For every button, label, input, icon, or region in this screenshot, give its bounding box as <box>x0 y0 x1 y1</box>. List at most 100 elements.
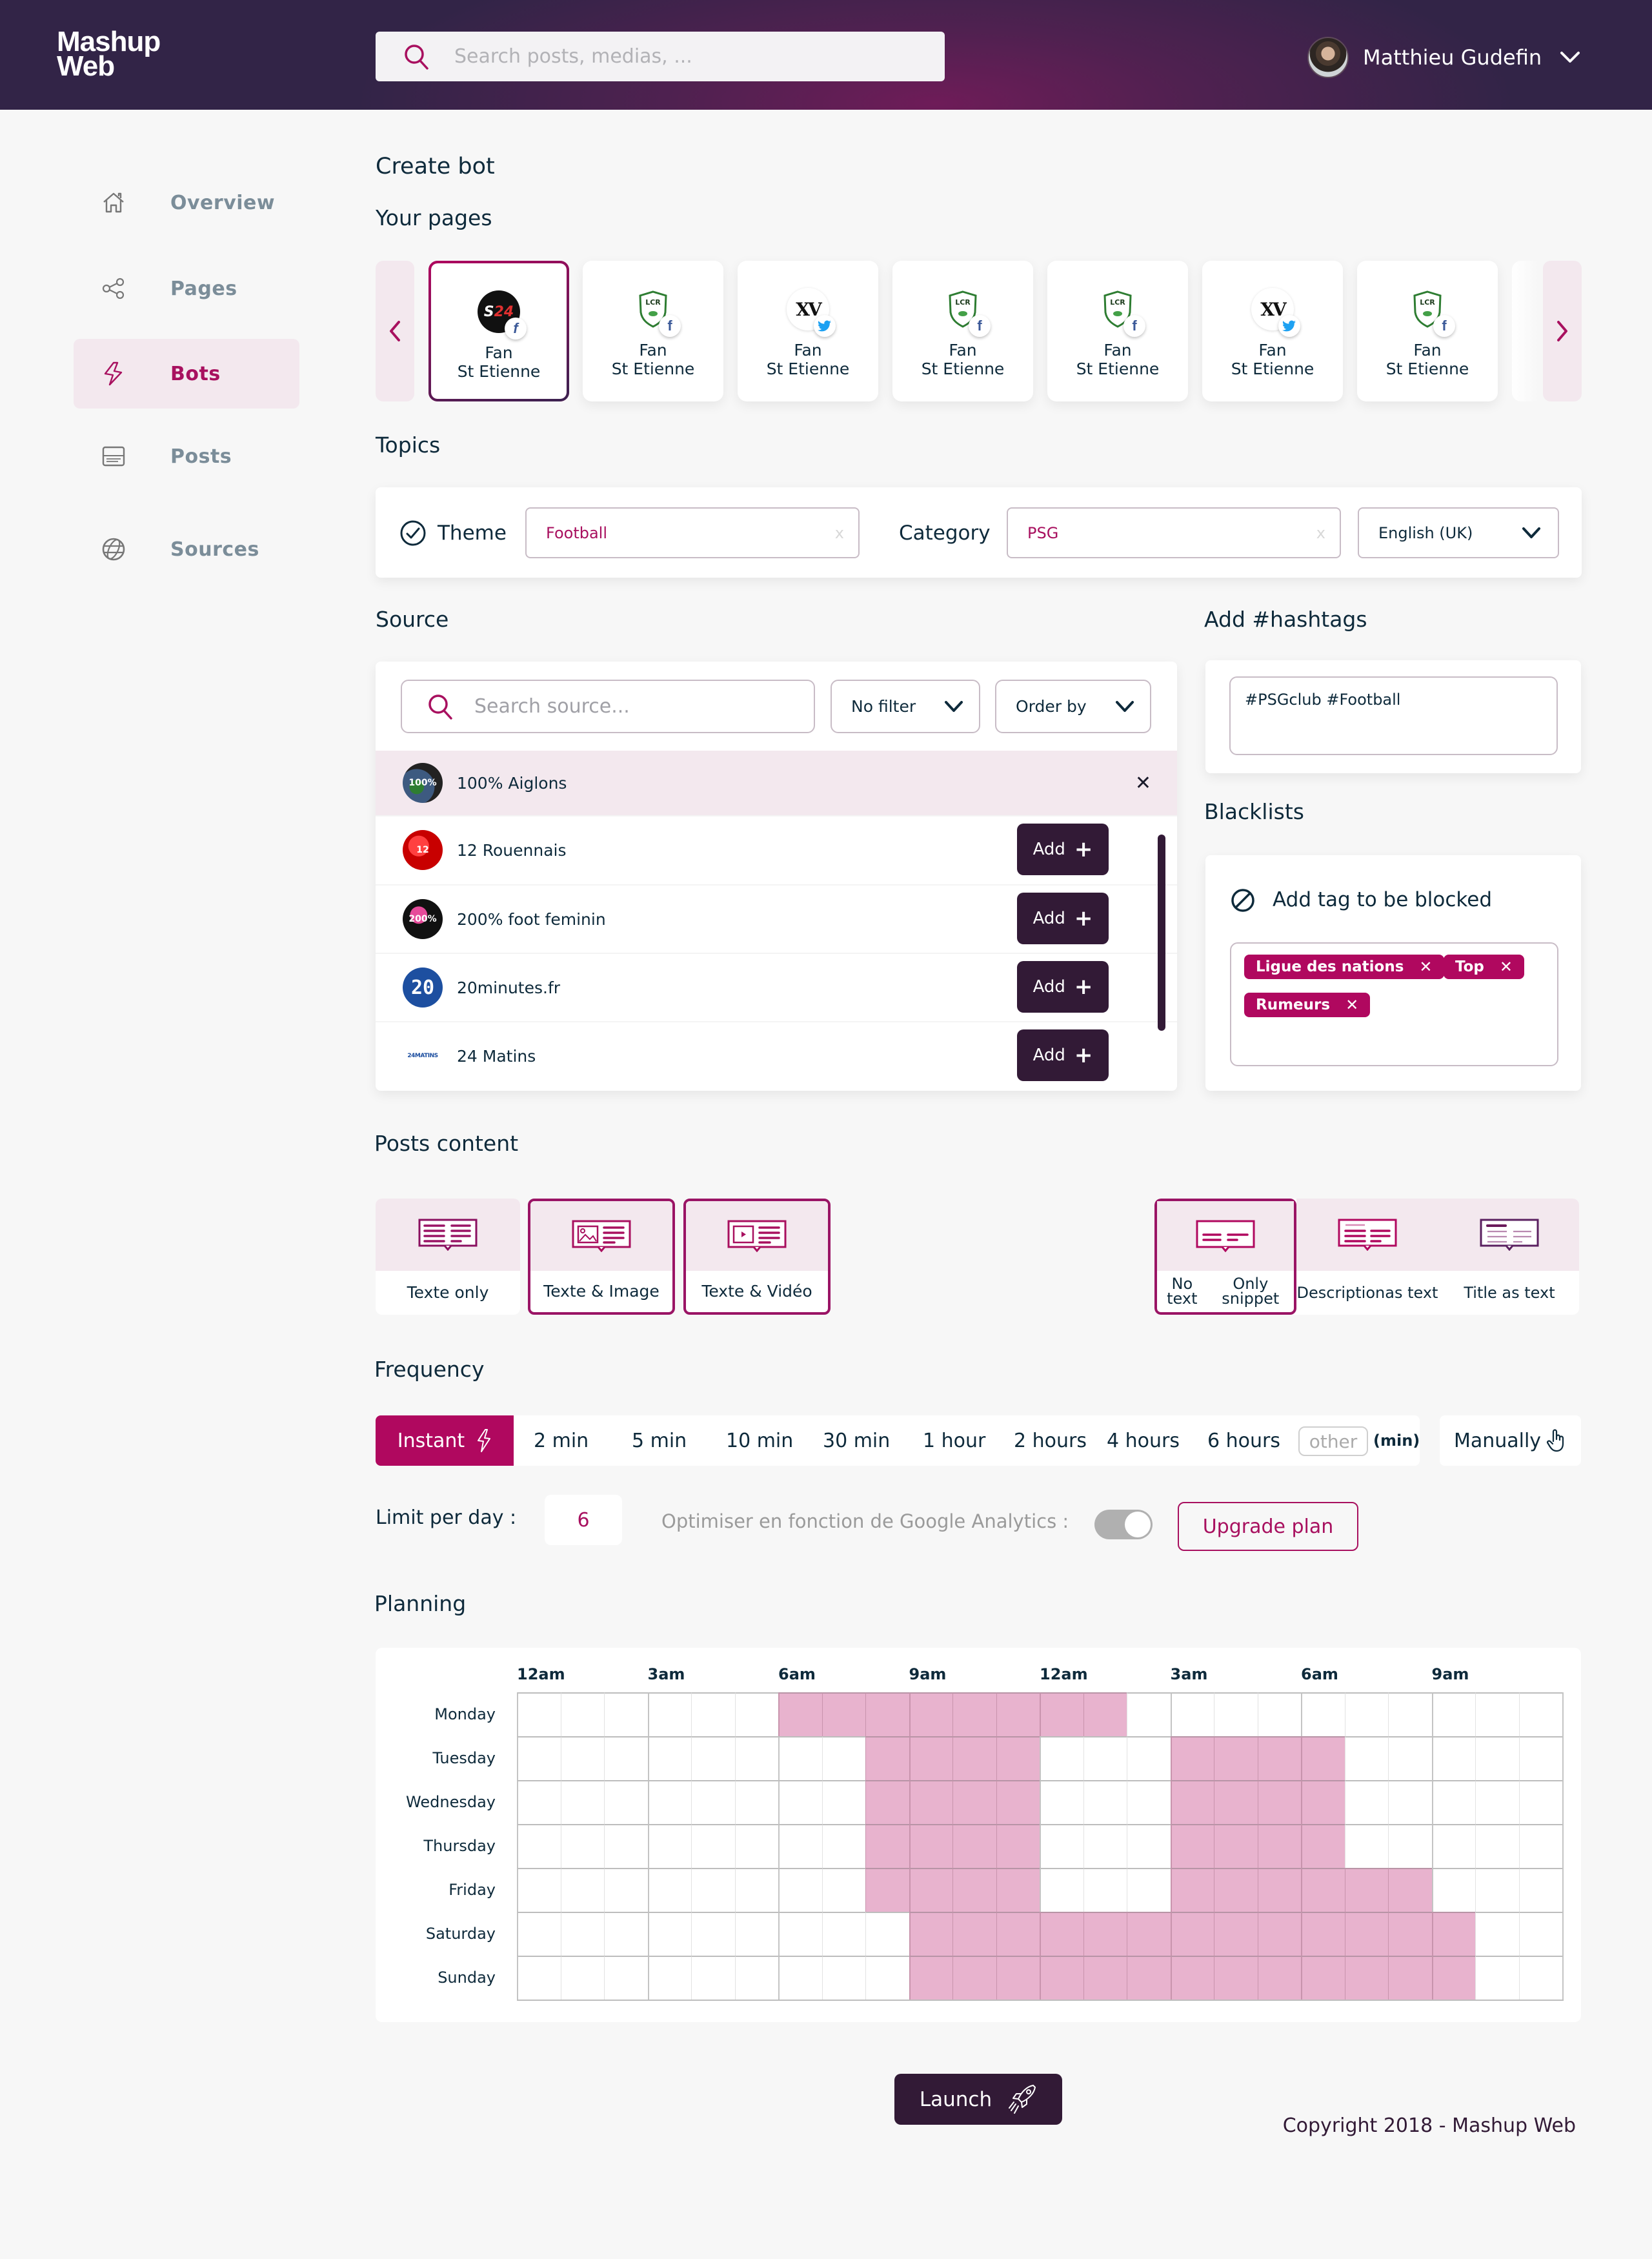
planning-cell[interactable] <box>1518 1912 1562 1956</box>
planning-cell[interactable] <box>1040 1824 1083 1868</box>
planning-cell[interactable] <box>1518 1956 1562 2000</box>
planning-cell[interactable] <box>1344 1736 1388 1780</box>
planning-cell[interactable] <box>647 1912 691 1956</box>
planning-cell[interactable] <box>1431 1780 1475 1824</box>
planning-cell[interactable] <box>1214 1824 1258 1868</box>
logo[interactable]: Mashup Web <box>57 28 192 83</box>
remove-tag-icon[interactable]: ✕ <box>1500 958 1513 976</box>
planning-cell[interactable] <box>734 1824 778 1868</box>
planning-cell[interactable] <box>1301 1824 1345 1868</box>
planning-cell[interactable] <box>1475 1692 1519 1736</box>
planning-cell[interactable] <box>1083 1736 1127 1780</box>
planning-cell[interactable] <box>604 1824 648 1868</box>
manual-frequency-button[interactable]: Manually <box>1440 1415 1581 1466</box>
planning-cell[interactable] <box>691 1824 735 1868</box>
add-blocked-tag-label[interactable]: Add tag to be blocked <box>1273 888 1492 911</box>
planning-cell[interactable] <box>1431 1868 1475 1912</box>
planning-cell[interactable] <box>734 1868 778 1912</box>
planning-cell[interactable] <box>1040 1912 1083 1956</box>
planning-cell[interactable] <box>1301 1956 1345 2000</box>
planning-cell[interactable] <box>1083 1868 1127 1912</box>
page-card[interactable]: XV Fan St Etienne <box>1202 261 1343 401</box>
sidebar-item-pages[interactable]: Pages <box>74 254 299 323</box>
planning-cell[interactable] <box>909 1912 952 1956</box>
frequency-option[interactable]: 1 hour <box>923 1430 985 1452</box>
planning-cell[interactable] <box>647 1868 691 1912</box>
planning-cell[interactable] <box>1127 1736 1171 1780</box>
planning-cell[interactable] <box>691 1780 735 1824</box>
planning-cell[interactable] <box>1257 1780 1301 1824</box>
planning-cell[interactable] <box>1214 1912 1258 1956</box>
planning-cell[interactable] <box>1388 1912 1432 1956</box>
order-dropdown[interactable]: Order by <box>995 680 1151 733</box>
planning-cell[interactable] <box>1388 1824 1432 1868</box>
planning-cell[interactable] <box>604 1692 648 1736</box>
planning-cell[interactable] <box>952 1780 996 1824</box>
frequency-option[interactable]: 6 hours <box>1207 1430 1280 1452</box>
page-card[interactable]: LCR f Fan St Etienne <box>1047 261 1188 401</box>
planning-cell[interactable] <box>1040 1692 1083 1736</box>
planning-cell[interactable] <box>1170 1912 1214 1956</box>
planning-cell[interactable] <box>1431 1736 1475 1780</box>
planning-cell[interactable] <box>1301 1912 1345 1956</box>
remove-tag-icon[interactable]: ✕ <box>1419 958 1432 976</box>
planning-cell[interactable] <box>865 1692 909 1736</box>
planning-cell[interactable] <box>909 1824 952 1868</box>
sidebar-item-overview[interactable]: Overview <box>74 168 299 238</box>
text-option-title[interactable]: Title as text <box>1438 1199 1579 1315</box>
planning-cell[interactable] <box>560 1956 604 2000</box>
add-source-button[interactable]: Add + <box>1017 961 1109 1013</box>
planning-cell[interactable] <box>821 1824 865 1868</box>
planning-cell[interactable] <box>1518 1736 1562 1780</box>
planning-cell[interactable] <box>604 1780 648 1824</box>
planning-cell[interactable] <box>1344 1912 1388 1956</box>
planning-cell[interactable] <box>517 1692 561 1736</box>
planning-cell[interactable] <box>1214 1736 1258 1780</box>
planning-cell[interactable] <box>1257 1956 1301 2000</box>
planning-cell[interactable] <box>1344 1824 1388 1868</box>
filter-dropdown[interactable]: No filter <box>831 680 980 733</box>
planning-cell[interactable] <box>1388 1956 1432 2000</box>
user-menu[interactable]: Matthieu Gudefin <box>1307 36 1580 79</box>
planning-cell[interactable] <box>604 1868 648 1912</box>
add-source-button[interactable]: Add + <box>1017 1029 1109 1081</box>
planning-cell[interactable] <box>560 1736 604 1780</box>
planning-cell[interactable] <box>1475 1868 1519 1912</box>
text-option-description[interactable]: Description as text <box>1296 1199 1438 1315</box>
planning-cell[interactable] <box>1170 1824 1214 1868</box>
planning-cell[interactable] <box>1083 1912 1127 1956</box>
page-card[interactable]: XV Fan St Etienne <box>738 261 878 401</box>
planning-cell[interactable] <box>1083 1824 1127 1868</box>
carousel-next-button[interactable] <box>1543 261 1582 401</box>
planning-cell[interactable] <box>1127 1824 1171 1868</box>
planning-cell[interactable] <box>909 1736 952 1780</box>
planning-cell[interactable] <box>1344 1868 1388 1912</box>
planning-cell[interactable] <box>734 1912 778 1956</box>
planning-cell[interactable] <box>647 1780 691 1824</box>
planning-cell[interactable] <box>1127 1692 1171 1736</box>
add-source-button[interactable]: Add + <box>1017 824 1109 875</box>
planning-cell[interactable] <box>865 1868 909 1912</box>
theme-field[interactable]: Football x <box>525 507 860 558</box>
planning-cell[interactable] <box>1257 1824 1301 1868</box>
frequency-option[interactable]: 2 min <box>534 1430 589 1452</box>
frequency-instant-button[interactable]: Instant <box>376 1415 514 1466</box>
sidebar-item-sources[interactable]: Sources <box>74 514 299 584</box>
planning-cell[interactable] <box>821 1692 865 1736</box>
planning-cell[interactable] <box>821 1956 865 2000</box>
clear-theme-icon[interactable]: x <box>835 524 844 542</box>
sidebar-item-posts[interactable]: Posts <box>74 421 299 491</box>
planning-cell[interactable] <box>517 1956 561 2000</box>
media-option-text-only[interactable]: Texte only <box>376 1199 520 1315</box>
planning-cell[interactable] <box>1040 1736 1083 1780</box>
planning-cell[interactable] <box>517 1780 561 1824</box>
planning-cell[interactable] <box>1257 1692 1301 1736</box>
planning-cell[interactable] <box>1040 1956 1083 2000</box>
planning-cell[interactable] <box>1475 1956 1519 2000</box>
planning-cell[interactable] <box>996 1868 1040 1912</box>
remove-source-icon[interactable]: ✕ <box>1135 772 1151 795</box>
planning-cell[interactable] <box>1518 1868 1562 1912</box>
planning-cell[interactable] <box>1301 1868 1345 1912</box>
planning-cell[interactable] <box>778 1956 822 2000</box>
page-card[interactable]: LCR f Fan St Etienne <box>1357 261 1498 401</box>
